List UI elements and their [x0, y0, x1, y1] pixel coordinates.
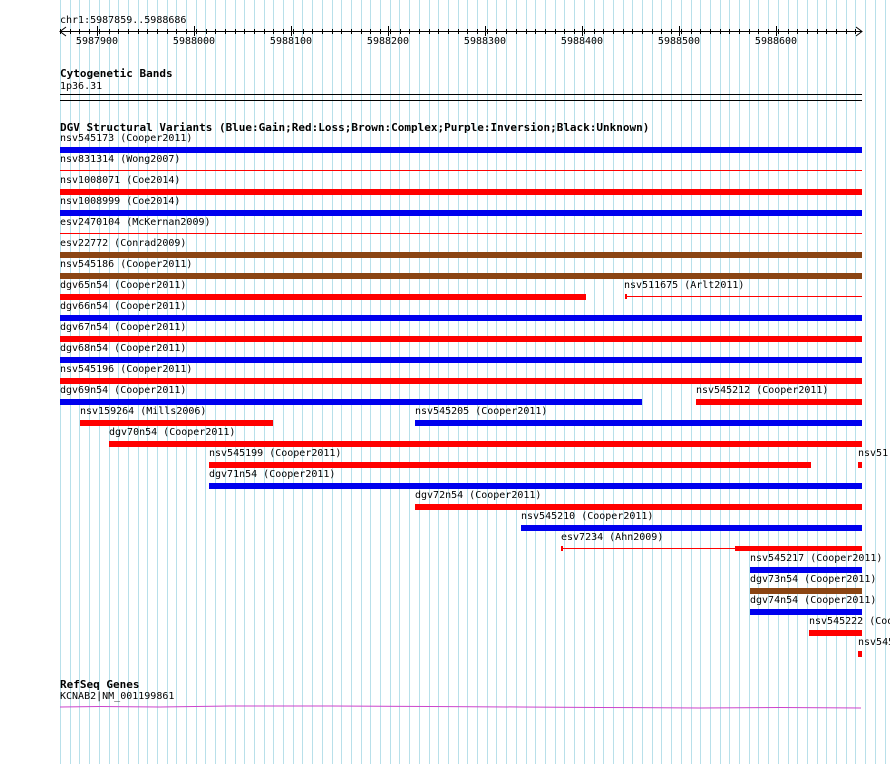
dgv-feature-endcap	[625, 294, 627, 299]
dgv-feature-label[interactable]: nsv511675 (Arlt2011)	[624, 280, 744, 292]
refseq-gene-line[interactable]	[0, 702, 890, 714]
dgv-feature-label[interactable]: dgv72n54 (Cooper2011)	[415, 490, 541, 502]
dgv-feature-label[interactable]: dgv71n54 (Cooper2011)	[209, 469, 335, 481]
dgv-feature-bar[interactable]	[858, 462, 862, 468]
dgv-feature-label[interactable]: dgv73n54 (Cooper2011)	[750, 574, 876, 586]
cytoband-track-title: Cytogenetic Bands	[60, 67, 173, 80]
dgv-feature-bar[interactable]	[750, 567, 862, 573]
dgv-feature-bar[interactable]	[60, 189, 862, 195]
dgv-feature-bar[interactable]	[80, 420, 273, 426]
dgv-feature-bar[interactable]	[60, 294, 586, 300]
dgv-feature-label[interactable]: nsv545210 (Cooper2011)	[521, 511, 653, 523]
dgv-feature-label[interactable]: nsv159264 (Mills2006)	[80, 406, 206, 418]
dgv-feature-label[interactable]: nsv1008071 (Coe2014)	[60, 175, 180, 187]
dgv-feature-label[interactable]: dgv74n54 (Cooper2011)	[750, 595, 876, 607]
dgv-feature-label[interactable]: nsv545173 (Cooper2011)	[60, 133, 192, 145]
dgv-feature-label[interactable]: nsv545186 (Cooper2011)	[60, 259, 192, 271]
ruler-tick-label: 5988100	[270, 36, 312, 47]
dgv-feature-bar[interactable]	[60, 273, 862, 279]
dgv-feature-label[interactable]: nsv545	[858, 637, 890, 649]
dgv-feature-bar[interactable]	[60, 147, 862, 153]
ruler-tick-label: 5988000	[173, 36, 215, 47]
dgv-feature-label[interactable]: nsv545212 (Cooper2011)	[696, 385, 828, 397]
dgv-feature-label[interactable]: nsv545217 (Cooper2011)	[750, 553, 882, 565]
dgv-feature-label[interactable]: dgv67n54 (Cooper2011)	[60, 322, 186, 334]
cytoband-bottom-line	[60, 100, 862, 101]
dgv-feature-bar[interactable]	[60, 210, 862, 216]
dgv-feature-bar[interactable]	[60, 357, 862, 363]
dgv-feature-label[interactable]: dgv69n54 (Cooper2011)	[60, 385, 186, 397]
dgv-feature-label[interactable]: nsv545199 (Cooper2011)	[209, 448, 341, 460]
dgv-feature-label[interactable]: esv7234 (Ahn2009)	[561, 532, 663, 544]
dgv-feature-bar[interactable]	[60, 399, 642, 405]
ruler-axis[interactable]: 5987900 5988000 5988100 5988200 5988300 59884…	[0, 22, 890, 72]
cytoband-top-line	[60, 94, 862, 95]
dgv-feature-label[interactable]: nsv545196 (Cooper2011)	[60, 364, 192, 376]
dgv-feature-bar[interactable]	[809, 630, 862, 636]
cytoband-label: 1p36.31	[60, 81, 103, 92]
ruler-tick-label: 5988300	[464, 36, 506, 47]
dgv-feature-bar[interactable]	[209, 483, 862, 489]
dgv-feature-line[interactable]	[561, 548, 735, 549]
dgv-feature-bar[interactable]	[521, 525, 862, 531]
dgv-feature-bar[interactable]	[415, 420, 862, 426]
dgv-feature-label[interactable]: dgv65n54 (Cooper2011)	[60, 280, 186, 292]
dgv-feature-label[interactable]: dgv66n54 (Cooper2011)	[60, 301, 186, 313]
dgv-feature-label[interactable]: nsv831314 (Wong2007)	[60, 154, 180, 166]
ruler-tick-label: 5988400	[561, 36, 603, 47]
dgv-feature-label[interactable]: nsv545222 (Coo	[809, 616, 890, 628]
dgv-feature-label[interactable]: esv22772 (Conrad2009)	[60, 238, 186, 250]
ruler-tick-label: 5988200	[367, 36, 409, 47]
dgv-feature-bar[interactable]	[60, 252, 862, 258]
ruler-tick-label: 5988500	[658, 36, 700, 47]
genome-browser-view[interactable]: chr1:5987859..5988686 5987900 5988000 5988…	[0, 0, 890, 764]
dgv-feature-bar[interactable]	[60, 378, 862, 384]
dgv-feature-bar[interactable]	[60, 336, 862, 342]
dgv-feature-label[interactable]: nsv1008999 (Coe2014)	[60, 196, 180, 208]
dgv-feature-label[interactable]: nsv545205 (Cooper2011)	[415, 406, 547, 418]
ruler-tick-label: 5988600	[755, 36, 797, 47]
refseq-track-title: RefSeq Genes	[60, 678, 140, 691]
dgv-feature-bar[interactable]	[209, 462, 811, 468]
dgv-feature-bar[interactable]	[858, 651, 862, 657]
dgv-feature-bar[interactable]	[415, 504, 862, 510]
dgv-feature-bar[interactable]	[750, 609, 862, 615]
dgv-feature-label[interactable]: dgv70n54 (Cooper2011)	[109, 427, 235, 439]
ruler-tick-label: 5987900	[76, 36, 118, 47]
dgv-feature-line[interactable]	[60, 170, 862, 171]
dgv-feature-line[interactable]	[625, 296, 862, 297]
dgv-feature-bar[interactable]	[696, 399, 862, 405]
dgv-feature-bar[interactable]	[735, 546, 862, 551]
dgv-feature-label[interactable]: esv2470104 (McKernan2009)	[60, 217, 211, 229]
dgv-feature-label[interactable]: dgv68n54 (Cooper2011)	[60, 343, 186, 355]
dgv-feature-bar[interactable]	[60, 315, 862, 321]
dgv-feature-bar[interactable]	[109, 441, 862, 447]
dgv-feature-line[interactable]	[60, 233, 862, 234]
dgv-feature-label[interactable]: nsv51	[858, 448, 888, 460]
dgv-feature-bar[interactable]	[750, 588, 862, 594]
